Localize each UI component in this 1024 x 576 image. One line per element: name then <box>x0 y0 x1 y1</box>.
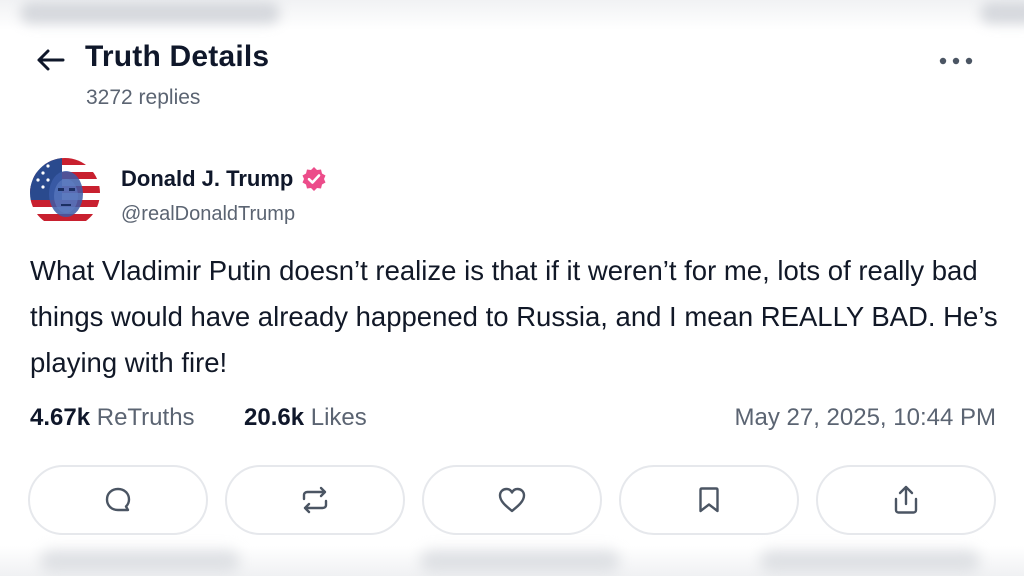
retruth-button[interactable] <box>225 465 405 535</box>
arrow-left-icon <box>37 49 65 71</box>
post-timestamp: May 27, 2025, 10:44 PM <box>734 404 997 431</box>
share-icon <box>894 485 918 514</box>
post-stats: 4.67k ReTruths 20.6k Likes May 27, 2025,… <box>30 404 996 436</box>
likes-stat[interactable]: 20.6k Likes <box>244 404 367 432</box>
post-text: What Vladimir Putin doesn’t realize is t… <box>30 255 998 378</box>
action-bar <box>28 465 1000 537</box>
reply-button[interactable] <box>28 465 208 535</box>
top-blur-frame <box>0 0 1024 30</box>
likes-label: Likes <box>310 404 367 431</box>
avatar-image <box>30 158 100 228</box>
blurred-shape <box>760 550 980 572</box>
likes-count: 20.6k <box>244 404 305 431</box>
page-title: Truth Details <box>85 40 270 73</box>
retruths-count: 4.67k <box>30 404 91 431</box>
more-options-button[interactable] <box>934 50 978 72</box>
repost-icon <box>302 486 328 514</box>
blurred-shape <box>40 550 240 572</box>
bottom-blur-frame <box>0 546 1024 576</box>
retruths-label: ReTruths <box>96 404 195 431</box>
avatar[interactable] <box>30 158 100 228</box>
more-horizontal-icon <box>939 57 973 65</box>
bookmark-icon <box>699 487 719 513</box>
blurred-shape <box>980 2 1024 24</box>
verified-badge-icon <box>302 167 326 191</box>
page-header: Truth Details 3272 replies <box>0 30 1024 130</box>
bookmark-button[interactable] <box>619 465 799 535</box>
post-author: Donald J. Trump @realDonaldTrump <box>30 158 630 232</box>
author-display-name[interactable]: Donald J. Trump <box>121 166 293 192</box>
retruths-stat[interactable]: 4.67k ReTruths <box>30 404 195 432</box>
author-handle[interactable]: @realDonaldTrump <box>121 203 295 226</box>
like-button[interactable] <box>422 465 602 535</box>
blurred-shape <box>20 2 280 24</box>
back-button[interactable] <box>30 44 70 76</box>
heart-icon <box>498 487 526 513</box>
share-button[interactable] <box>816 465 996 535</box>
reply-bubble-icon <box>105 487 131 512</box>
reply-count: 3272 replies <box>86 86 201 109</box>
blurred-shape <box>420 550 620 572</box>
